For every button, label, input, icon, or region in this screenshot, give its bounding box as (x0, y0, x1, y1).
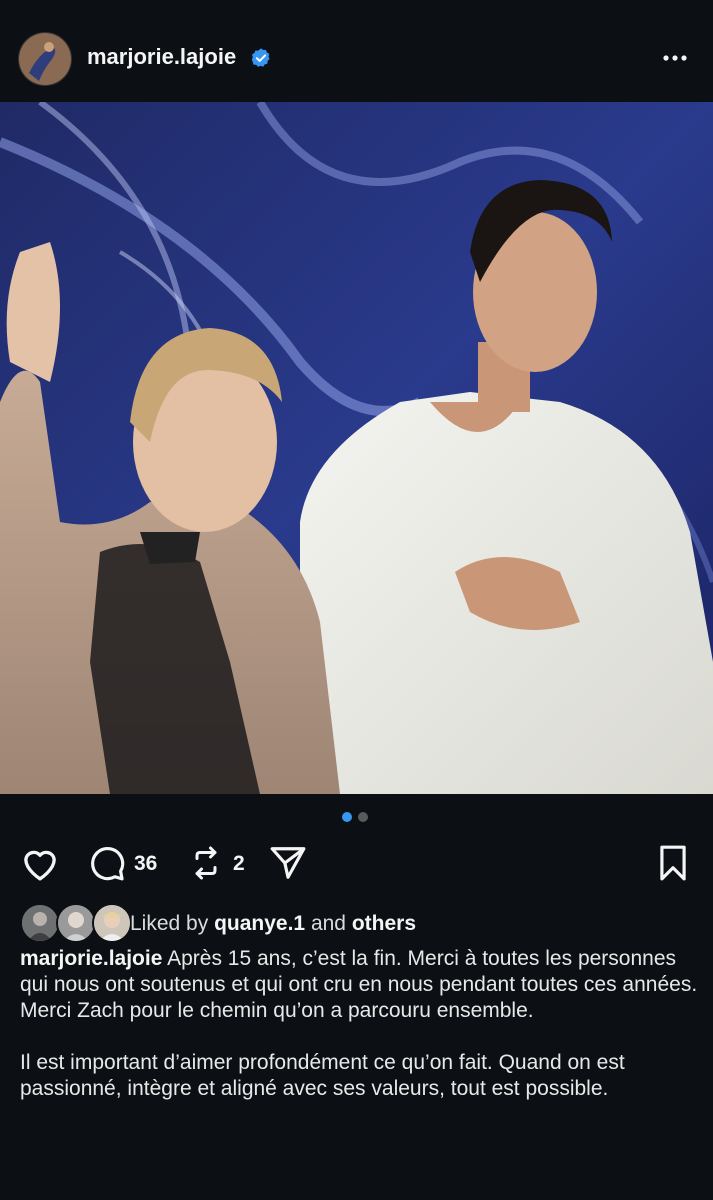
author-avatar[interactable] (18, 32, 72, 86)
others-link[interactable]: others (352, 912, 416, 935)
send-icon[interactable] (268, 844, 308, 882)
liked-by-text: Liked by quanye.1 and others (130, 912, 417, 935)
verified-badge-icon (251, 48, 270, 67)
heart-icon[interactable] (20, 844, 60, 882)
caption-paragraph-2: Il est important d’aimer profondément ce… (20, 1051, 625, 1100)
carousel-dot-active (342, 812, 352, 822)
caption-author[interactable]: marjorie.lajoie (20, 947, 162, 970)
carousel-indicator (342, 812, 372, 824)
carousel-dot (358, 812, 368, 822)
post-header: marjorie.lajoie (0, 0, 713, 102)
repost-icon[interactable] (188, 844, 224, 882)
bookmark-icon[interactable] (656, 844, 690, 882)
liker-avatar (56, 903, 96, 943)
post-actions: 36 2 (0, 838, 713, 888)
post-image[interactable] (0, 102, 713, 794)
comment-icon[interactable] (88, 844, 126, 882)
liked-by-row[interactable]: Liked by quanye.1 and others (20, 903, 710, 945)
liker-avatar (92, 903, 132, 943)
repost-count: 2 (233, 852, 245, 875)
post-caption: marjorie.lajoie Après 15 ans, c’est la f… (20, 946, 700, 1102)
liker-username[interactable]: quanye.1 (214, 912, 305, 935)
caption-paragraph-1: marjorie.lajoie Après 15 ans, c’est la f… (20, 947, 698, 1022)
author-username[interactable]: marjorie.lajoie (87, 44, 236, 70)
comment-count: 36 (134, 852, 158, 875)
liker-avatar (20, 903, 60, 943)
more-options-icon[interactable] (660, 46, 690, 70)
